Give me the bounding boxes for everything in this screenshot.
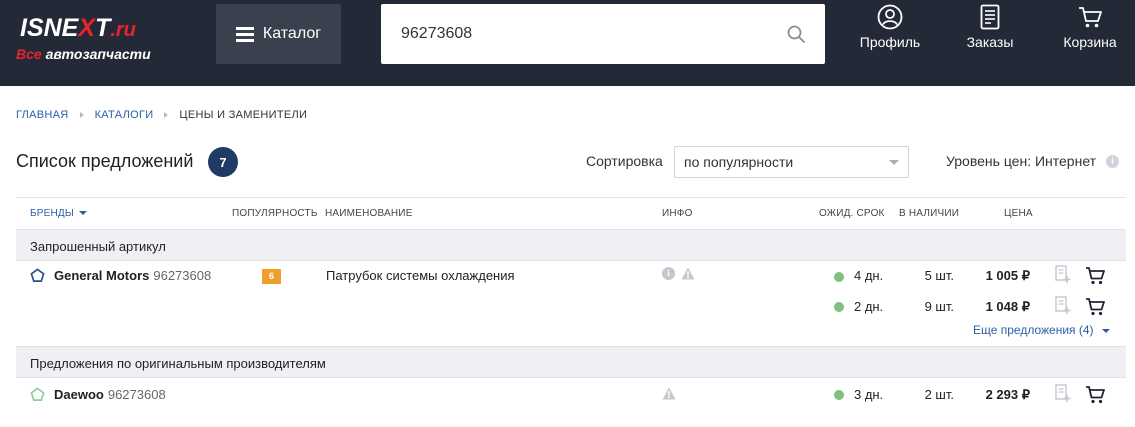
lead-time: 2 дн. <box>854 299 884 314</box>
breadcrumb-current: ЦЕНЫ И ЗАМЕНИТЕЛИ <box>179 109 308 121</box>
cart-icon[interactable] <box>1085 266 1106 285</box>
pentagon-icon <box>30 387 45 401</box>
stock-qty: 9 шт. <box>924 299 954 314</box>
article-number: 96273608 <box>107 387 166 402</box>
group-original: Предложения по оригинальным производител… <box>16 346 1126 378</box>
lead-time: 3 дн. <box>854 387 884 402</box>
column-info: ИНФО <box>662 208 693 219</box>
brand-name: General Motors <box>54 268 150 283</box>
brand-cell[interactable]: Daewoo 96273608 <box>30 387 166 402</box>
price: 1 005 ₽ <box>985 268 1030 283</box>
breadcrumb-separator-icon <box>79 112 84 118</box>
breadcrumb-home[interactable]: ГЛАВНАЯ <box>16 109 69 121</box>
column-name[interactable]: НАИМЕНОВАНИЕ <box>325 208 413 219</box>
logo-wordmark: ISNEXT.ru <box>20 14 136 42</box>
nav-profile[interactable]: Профиль <box>856 4 924 64</box>
info-icon[interactable]: i <box>1106 155 1119 168</box>
top-header: ISNEXT.ru Все автозапчасти Каталог Профи… <box>0 0 1135 86</box>
offers-count-badge: 7 <box>208 147 238 177</box>
breadcrumb-separator-icon <box>164 112 169 118</box>
add-to-list-icon[interactable] <box>1055 384 1071 403</box>
chevron-down-icon <box>889 160 899 165</box>
lead-time: 4 дн. <box>854 268 884 283</box>
search-box <box>381 4 825 64</box>
cart-icon <box>1079 7 1102 28</box>
popularity-badge: 6 <box>262 269 281 284</box>
add-to-list-icon[interactable] <box>1055 296 1071 315</box>
sort-label: Сортировка <box>586 153 663 169</box>
sort-down-icon <box>78 211 87 216</box>
more-offers-label: Еще предложения (4) <box>973 323 1094 337</box>
stock-qty: 2 шт. <box>924 387 954 402</box>
document-icon <box>980 4 1000 30</box>
nav-orders[interactable]: Заказы <box>960 4 1020 64</box>
cart-icon[interactable] <box>1085 385 1106 404</box>
search-icon[interactable] <box>787 25 805 43</box>
article-number: 96273608 <box>153 268 212 283</box>
availability-dot <box>834 390 844 400</box>
column-lead-time[interactable]: ОЖИД. СРОК <box>819 208 885 219</box>
isnext-logo[interactable]: ISNEXT.ru Все автозапчасти <box>16 12 186 66</box>
warning-icon[interactable] <box>662 387 676 400</box>
pentagon-icon <box>30 268 45 282</box>
brand-name: Daewoo <box>54 387 104 402</box>
logo-tagline: Все автозапчасти <box>16 46 151 62</box>
table-header: БРЕНДЫ ПОПУЛЯРНОСТЬ НАИМЕНОВАНИЕ ИНФО ОЖ… <box>16 197 1126 229</box>
user-circle-icon <box>877 4 903 30</box>
catalog-button[interactable]: Каталог <box>216 4 341 64</box>
breadcrumb-catalogs[interactable]: КАТАЛОГИ <box>95 109 154 121</box>
availability-dot <box>834 302 844 312</box>
menu-icon <box>235 27 254 42</box>
nav-cart[interactable]: Корзина <box>1058 4 1122 64</box>
column-brands-label: БРЕНДЫ <box>30 208 74 219</box>
catalog-button-label: Каталог <box>262 25 322 42</box>
chevron-down-icon <box>1101 328 1110 333</box>
column-in-stock[interactable]: В НАЛИЧИИ <box>899 208 959 219</box>
cart-icon[interactable] <box>1085 297 1106 316</box>
breadcrumb: ГЛАВНАЯ КАТАЛОГИ ЦЕНЫ И ЗАМЕНИТЕЛИ <box>16 109 307 121</box>
price: 2 293 ₽ <box>985 387 1030 402</box>
page-title: Список предложений <box>16 151 194 171</box>
add-to-list-icon[interactable] <box>1055 265 1071 284</box>
nav-cart-label: Корзина <box>1063 34 1117 50</box>
product-name[interactable]: Патрубок системы охлаждения <box>326 268 515 283</box>
info-icon[interactable]: i <box>662 267 675 280</box>
stock-qty: 5 шт. <box>924 268 954 283</box>
nav-orders-label: Заказы <box>966 34 1014 50</box>
more-offers-link[interactable]: Еще предложения (4) <box>973 323 1110 337</box>
nav-profile-label: Профиль <box>859 34 921 50</box>
column-popularity[interactable]: ПОПУЛЯРНОСТЬ <box>232 208 318 219</box>
price: 1 048 ₽ <box>985 299 1030 314</box>
sort-select[interactable]: по популярности <box>674 146 909 178</box>
column-price[interactable]: ЦЕНА <box>1004 208 1033 219</box>
warning-icon[interactable] <box>681 267 695 280</box>
search-input[interactable] <box>381 4 771 64</box>
price-level: Уровень цен: Интернет <box>946 153 1097 169</box>
column-brands[interactable]: БРЕНДЫ <box>30 208 87 219</box>
sort-select-value: по популярности <box>684 154 794 170</box>
group-requested: Запрошенный артикул <box>16 229 1126 261</box>
brand-cell[interactable]: General Motors 96273608 <box>30 268 211 283</box>
availability-dot <box>834 272 844 282</box>
